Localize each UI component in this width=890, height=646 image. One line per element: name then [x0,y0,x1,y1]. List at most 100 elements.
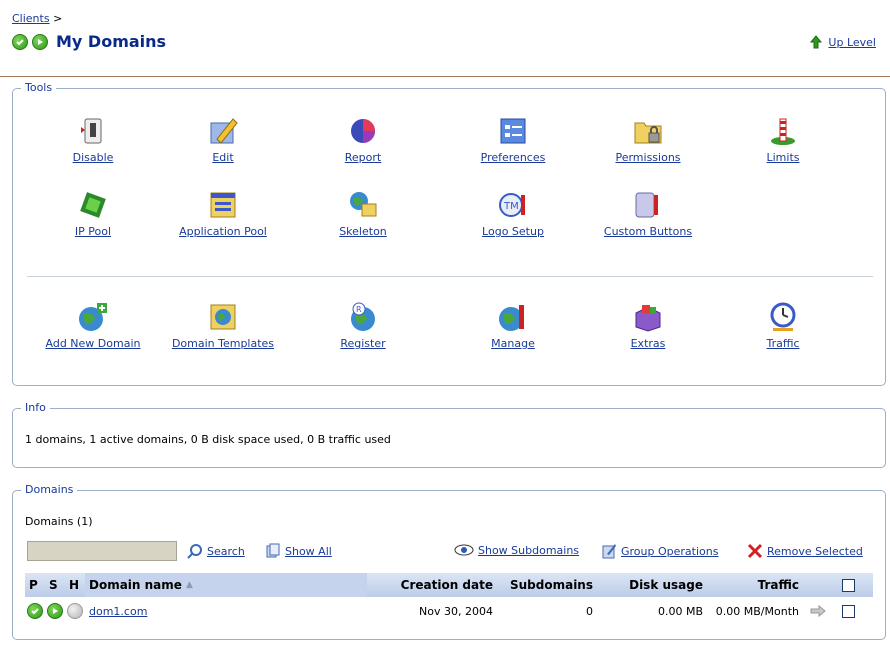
tool-register-label[interactable]: Register [340,337,385,350]
tool-edit-label[interactable]: Edit [212,151,233,164]
remove-icon [747,543,763,559]
col-subdomains[interactable]: Subdomains [497,578,597,592]
tools-legend: Tools [21,81,57,94]
header-divider [0,76,890,77]
skeleton-icon [350,192,377,217]
tools-panel: Tools Disable Edit Report Preferences Pe… [12,81,886,386]
tool-register[interactable]: R Register [303,301,423,350]
tool-ip-pool[interactable]: IP Pool [33,189,153,238]
tool-preferences[interactable]: Preferences [453,115,573,164]
show-all-label[interactable]: Show All [285,545,332,558]
group-operations-icon [602,544,616,559]
tool-custom-buttons[interactable]: Custom Buttons [588,189,708,238]
table-row: dom1.com Nov 30, 2004 0 0.00 MB 0.00 MB/… [25,599,873,623]
row-status-s[interactable] [45,603,65,619]
col-domain-name-label[interactable]: Domain name [89,578,182,592]
search-icon [187,544,202,559]
tool-edit[interactable]: Edit [163,115,283,164]
traffic-icon [770,302,796,331]
tool-logo-setup[interactable]: TM Logo Setup [453,189,573,238]
hosting-off-icon [67,603,83,619]
tool-disable[interactable]: Disable [33,115,153,164]
show-all-icon [266,543,280,558]
group-operations-button[interactable]: Group Operations [601,543,718,559]
remove-selected-label[interactable]: Remove Selected [767,545,863,558]
tool-add-new-domain-label[interactable]: Add New Domain [46,337,141,350]
row-login-button[interactable] [803,604,833,618]
tool-disable-label[interactable]: Disable [73,151,114,164]
extras-icon [635,305,661,332]
search-label[interactable]: Search [207,545,245,558]
row-creation-date: Nov 30, 2004 [419,604,493,618]
col-disk-usage[interactable]: Disk usage [597,578,707,592]
select-all-checkbox[interactable] [841,578,855,592]
domains-count: Domains (1) [25,515,93,528]
row-status-p[interactable] [25,603,45,619]
eye-icon [454,544,474,556]
tool-domain-templates-label[interactable]: Domain Templates [172,337,274,350]
tool-limits-label[interactable]: Limits [767,151,800,164]
pencil-icon [210,118,238,144]
tool-application-pool-label[interactable]: Application Pool [179,225,267,238]
up-level-link[interactable]: Up Level [810,35,876,49]
group-operations-label[interactable]: Group Operations [621,545,718,558]
tool-extras-label[interactable]: Extras [631,337,666,350]
row-traffic: 0.00 MB/Month [715,604,799,618]
col-creation-date[interactable]: Creation date [367,578,497,592]
up-level-label[interactable]: Up Level [828,36,876,49]
check-icon [27,603,43,619]
lock-folder-icon [634,122,662,144]
switch-icon [81,118,102,144]
tool-application-pool[interactable]: Application Pool [163,189,283,238]
col-domain-name[interactable]: Domain name ▲ [85,573,367,597]
tool-skeleton-label[interactable]: Skeleton [339,225,387,238]
breadcrumb-clients-link[interactable]: Clients [12,12,50,25]
tool-preferences-label[interactable]: Preferences [481,151,546,164]
up-arrow-icon [810,35,823,49]
logo-setup-icon: TM [499,193,525,217]
pie-chart-icon [351,119,375,143]
tool-traffic[interactable]: Traffic [723,301,843,350]
custom-buttons-icon [635,192,658,218]
info-legend: Info [21,401,50,414]
row-checkbox-cell [833,604,863,618]
title-row: My Domains [12,32,166,51]
tool-domain-templates[interactable]: Domain Templates [163,301,283,350]
tool-limits[interactable]: Limits [723,115,843,164]
tool-permissions-label[interactable]: Permissions [615,151,680,164]
tool-manage-label[interactable]: Manage [491,337,535,350]
play-icon [47,603,63,619]
tool-ip-pool-label[interactable]: IP Pool [75,225,111,238]
row-domain-name-cell: dom1.com [85,605,367,618]
row-disk-usage: 0.00 MB [657,604,703,618]
col-traffic[interactable]: Traffic [707,578,803,592]
domain-name-link[interactable]: dom1.com [89,605,147,618]
tool-manage[interactable]: Manage [453,301,573,350]
manage-icon [499,305,524,331]
tool-extras[interactable]: Extras [588,301,708,350]
row-select-checkbox[interactable] [841,604,855,618]
play-icon [32,33,48,50]
tool-add-new-domain[interactable]: Add New Domain [33,301,153,350]
row-status-h [65,603,85,619]
search-input[interactable] [27,541,177,561]
tool-skeleton[interactable]: Skeleton [303,189,423,238]
application-pool-icon [210,192,236,218]
tool-permissions[interactable]: Permissions [588,115,708,164]
col-h: H [69,578,80,592]
domains-legend: Domains [21,483,78,496]
page-title: My Domains [56,32,167,51]
info-panel: Info 1 domains, 1 active domains, 0 B di… [12,401,886,468]
search-button[interactable]: Search [187,543,245,559]
show-subdomains-button[interactable]: Show Subdomains [454,543,579,557]
domain-templates-icon [210,304,236,330]
tool-report[interactable]: Report [303,115,423,164]
tool-logo-setup-label[interactable]: Logo Setup [482,225,544,238]
tool-report-label[interactable]: Report [345,151,381,164]
remove-selected-button[interactable]: Remove Selected [747,543,863,559]
show-subdomains-label[interactable]: Show Subdomains [478,544,579,557]
col-s: S [49,578,58,592]
show-all-button[interactable]: Show All [265,543,332,559]
tool-custom-buttons-label[interactable]: Custom Buttons [604,225,692,238]
tool-traffic-label[interactable]: Traffic [766,337,799,350]
